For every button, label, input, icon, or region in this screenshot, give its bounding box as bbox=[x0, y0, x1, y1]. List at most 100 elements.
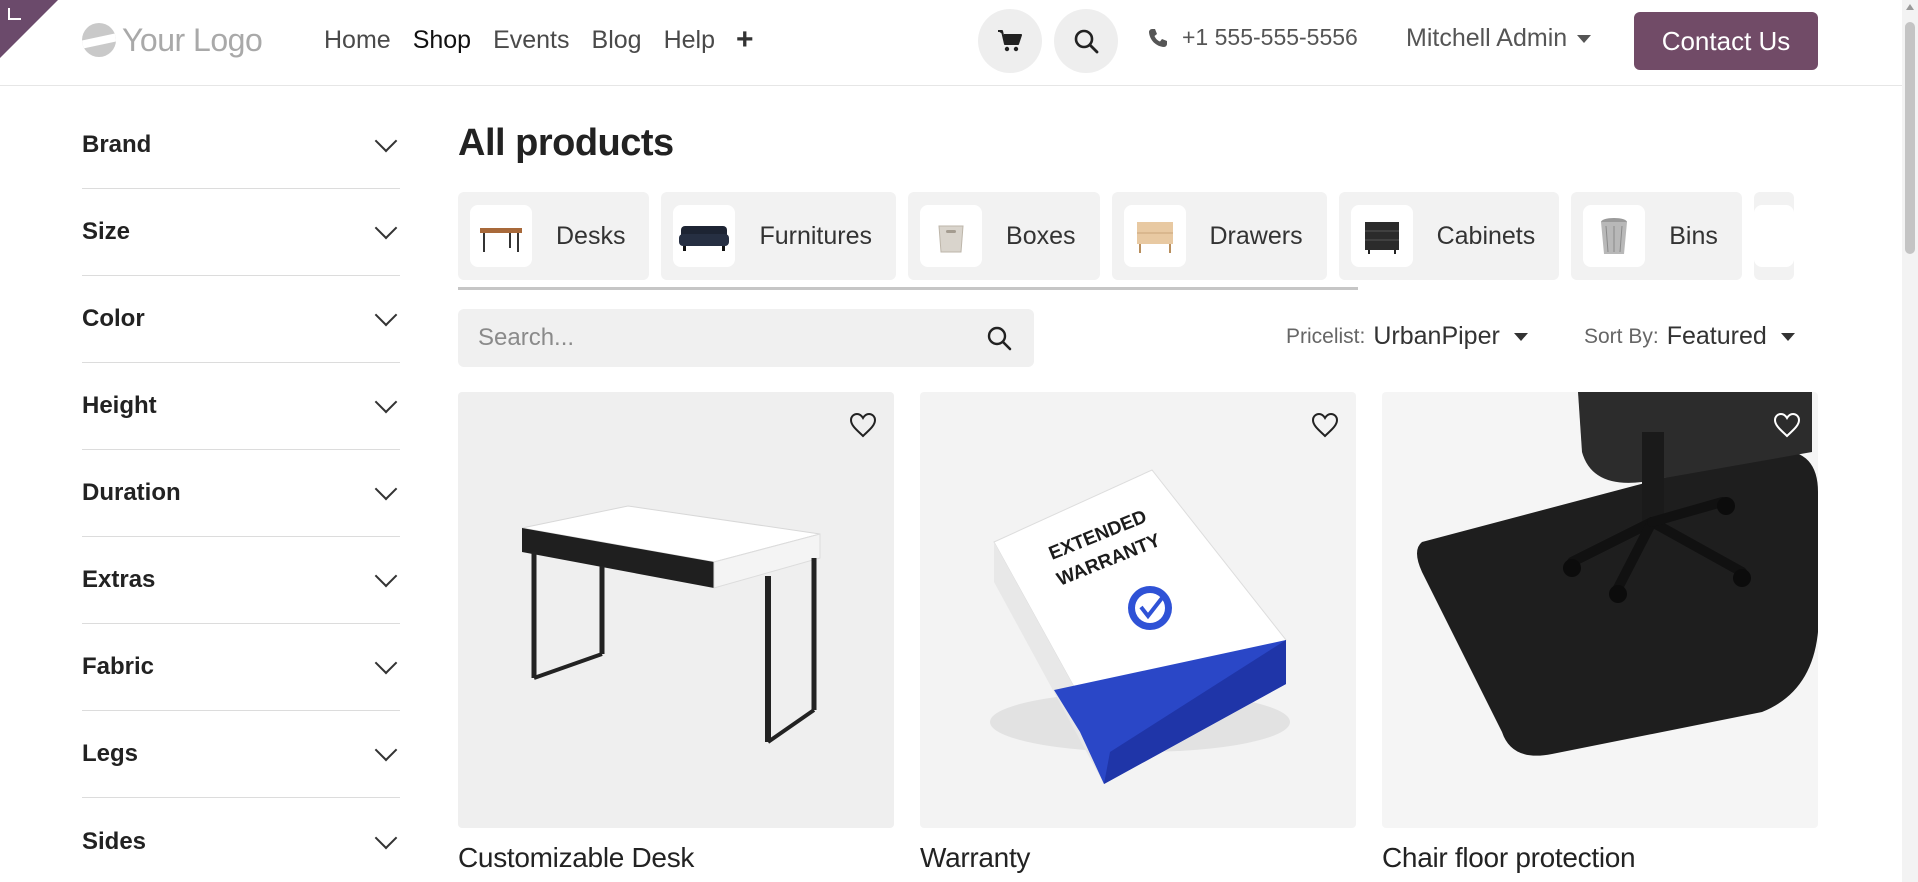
caret-down-icon bbox=[1577, 34, 1592, 43]
filter-duration[interactable]: Duration bbox=[82, 450, 400, 537]
filter-label: Sides bbox=[82, 827, 147, 855]
chevron-down-icon bbox=[374, 651, 398, 675]
phone-contact[interactable]: +1 555-555-5556 bbox=[1148, 24, 1358, 51]
filter-size[interactable]: Size bbox=[82, 189, 400, 276]
category-partial-thumbnail bbox=[1753, 205, 1794, 267]
filter-color[interactable]: Color bbox=[82, 276, 400, 363]
corner-glyph-icon bbox=[8, 8, 21, 20]
chevron-down-icon bbox=[374, 738, 398, 762]
logo-mark-icon bbox=[82, 23, 116, 57]
product-image[interactable] bbox=[458, 392, 894, 828]
chevron-down-icon bbox=[374, 477, 398, 501]
heart-icon[interactable] bbox=[1772, 410, 1802, 440]
user-menu-dropdown[interactable]: Mitchell Admin bbox=[1406, 24, 1592, 53]
search-icon bbox=[1074, 29, 1099, 54]
search-icon[interactable] bbox=[986, 325, 1012, 351]
nav-add-menu-button[interactable]: + bbox=[726, 22, 764, 58]
cart-icon bbox=[998, 30, 1022, 52]
category-label: Drawers bbox=[1209, 221, 1303, 250]
filter-label: Legs bbox=[82, 740, 139, 767]
chevron-down-icon bbox=[374, 390, 398, 414]
category-label: Desks bbox=[556, 221, 626, 250]
filter-extras[interactable]: Extras bbox=[82, 537, 400, 624]
caret-down-icon bbox=[1513, 332, 1528, 341]
nav-events[interactable]: Events bbox=[482, 22, 580, 58]
product-search-input[interactable]: Search... bbox=[458, 309, 1034, 367]
category-furnitures[interactable]: Furnitures bbox=[661, 192, 897, 280]
product-name[interactable]: Warranty bbox=[920, 842, 1356, 874]
bin-thumbnail-icon bbox=[1583, 205, 1646, 267]
chair-mat-image bbox=[1417, 392, 1818, 756]
contact-us-button[interactable]: Contact Us bbox=[1634, 12, 1818, 70]
category-label: Furnitures bbox=[759, 221, 873, 250]
product-name[interactable]: Customizable Desk bbox=[458, 842, 894, 874]
scroll-up-arrow-icon[interactable] bbox=[1906, 4, 1914, 10]
box-thumbnail-icon bbox=[920, 205, 983, 267]
desk-image bbox=[521, 505, 821, 744]
main-nav: Home Shop Events Blog Help + bbox=[313, 22, 764, 58]
product-card[interactable]: Customizable Desk bbox=[458, 392, 894, 874]
cabinet-thumbnail-icon bbox=[1350, 205, 1413, 267]
filter-label: Brand bbox=[82, 131, 152, 158]
category-bins[interactable]: Bins bbox=[1571, 192, 1742, 280]
page-title: All products bbox=[458, 122, 674, 164]
category-cabinets[interactable]: Cabinets bbox=[1338, 192, 1560, 280]
filter-brand[interactable]: Brand bbox=[82, 102, 400, 189]
filter-label: Color bbox=[82, 305, 145, 332]
product-card[interactable]: Chair floor protection bbox=[1382, 392, 1818, 874]
scrollbar-thumb[interactable] bbox=[1905, 22, 1915, 254]
filter-height[interactable]: Height bbox=[82, 363, 400, 450]
category-desks[interactable]: Desks bbox=[458, 192, 650, 280]
heart-icon[interactable] bbox=[1310, 410, 1340, 440]
category-more-partial[interactable] bbox=[1753, 192, 1794, 280]
pricelist-label: Pricelist: bbox=[1286, 324, 1366, 348]
category-label: Boxes bbox=[1006, 221, 1076, 250]
filter-label: Fabric bbox=[82, 653, 155, 680]
nav-help[interactable]: Help bbox=[653, 22, 726, 58]
category-drawers[interactable]: Drawers bbox=[1111, 192, 1327, 280]
chevron-down-icon bbox=[374, 303, 398, 327]
sort-by-dropdown[interactable]: Sort By: Featured bbox=[1584, 322, 1795, 351]
header-search-button[interactable] bbox=[1054, 9, 1118, 73]
chevron-down-icon bbox=[374, 564, 398, 588]
sort-label: Sort By: bbox=[1584, 324, 1659, 348]
search-placeholder: Search... bbox=[478, 324, 575, 351]
product-image[interactable]: EXTENDED WARRANTY bbox=[920, 392, 1356, 828]
warranty-box-label: EXTENDED WARRANTY bbox=[1046, 506, 1164, 590]
site-header: Your Logo Home Shop Events Blog Help + +… bbox=[0, 0, 1918, 86]
filter-sides[interactable]: Sides bbox=[82, 798, 400, 882]
nav-home[interactable]: Home bbox=[313, 22, 402, 58]
editor-corner-toggle[interactable] bbox=[0, 0, 58, 58]
category-label: Cabinets bbox=[1436, 221, 1536, 250]
caret-down-icon bbox=[1780, 332, 1795, 341]
phone-icon bbox=[1149, 28, 1167, 47]
chevron-down-icon bbox=[374, 826, 398, 849]
filter-fabric[interactable]: Fabric bbox=[82, 624, 400, 711]
chevron-down-icon bbox=[374, 129, 398, 153]
sofa-thumbnail-icon bbox=[673, 205, 736, 267]
nav-blog[interactable]: Blog bbox=[581, 22, 653, 58]
heart-icon[interactable] bbox=[848, 410, 878, 440]
nav-shop[interactable]: Shop bbox=[402, 22, 482, 58]
product-grid: Customizable Desk EXTENDED WARRANTY Warr… bbox=[458, 392, 1818, 874]
filter-label: Duration bbox=[82, 479, 181, 506]
sort-value: Featured bbox=[1666, 322, 1767, 350]
site-logo[interactable]: Your Logo bbox=[82, 20, 263, 60]
pricelist-value: UrbanPiper bbox=[1373, 322, 1500, 350]
filter-label: Height bbox=[82, 392, 157, 419]
user-name: Mitchell Admin bbox=[1406, 24, 1568, 52]
category-label: Bins bbox=[1669, 221, 1718, 250]
filter-sidebar: Brand Size Color Height Duration Extras … bbox=[82, 102, 400, 882]
page-scrollbar[interactable] bbox=[1902, 0, 1918, 882]
chevron-down-icon bbox=[374, 216, 398, 240]
phone-number: +1 555-555-5556 bbox=[1182, 24, 1358, 50]
category-boxes[interactable]: Boxes bbox=[908, 192, 1100, 280]
filter-legs[interactable]: Legs bbox=[82, 711, 400, 798]
pricelist-dropdown[interactable]: Pricelist: UrbanPiper bbox=[1286, 322, 1528, 351]
product-image[interactable] bbox=[1382, 392, 1818, 828]
drawer-thumbnail-icon bbox=[1123, 205, 1186, 267]
filter-label: Size bbox=[82, 218, 131, 245]
product-card[interactable]: EXTENDED WARRANTY Warranty bbox=[920, 392, 1356, 874]
product-name[interactable]: Chair floor protection bbox=[1382, 842, 1818, 874]
cart-button[interactable] bbox=[978, 9, 1042, 73]
